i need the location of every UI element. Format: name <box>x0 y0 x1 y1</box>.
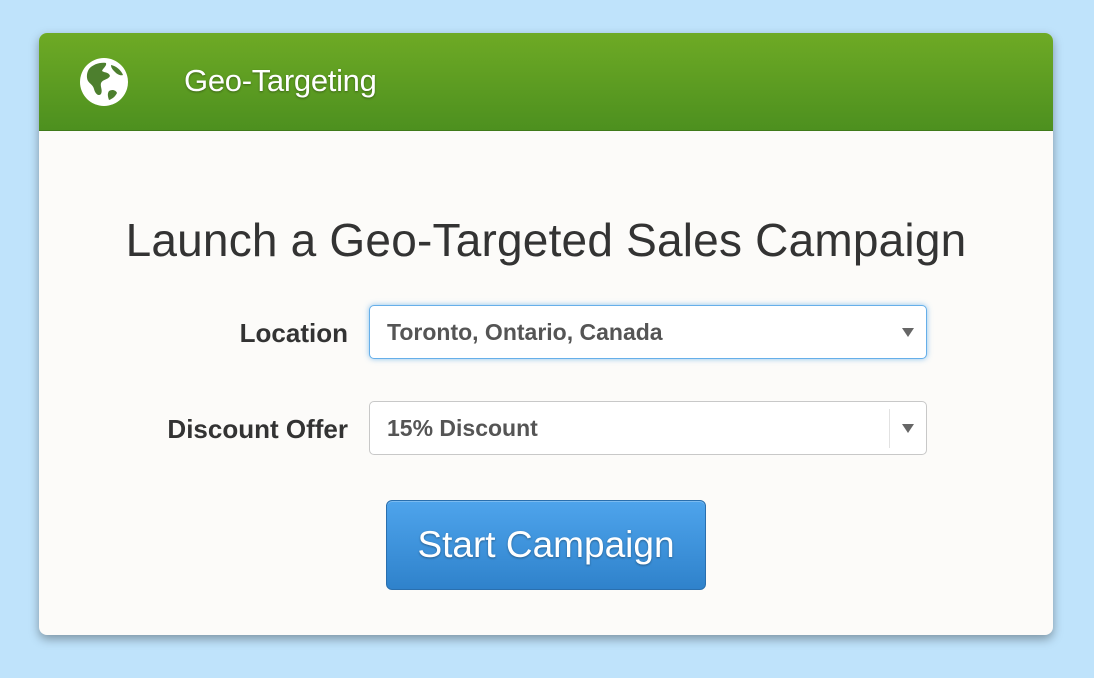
chevron-down-icon <box>902 328 914 337</box>
globe-icon <box>80 58 128 106</box>
discount-offer-label: Discount Offer <box>167 414 348 444</box>
campaign-card: Geo-Targeting Launch a Geo-Targeted Sale… <box>39 33 1053 635</box>
card-header: Geo-Targeting <box>39 33 1053 131</box>
select-divider <box>889 409 890 448</box>
location-select-value: Toronto, Ontario, Canada <box>387 319 663 345</box>
chevron-down-icon <box>902 424 914 433</box>
location-label: Location <box>239 318 348 348</box>
start-campaign-button[interactable]: Start Campaign <box>386 500 706 590</box>
location-select[interactable]: Toronto, Ontario, Canada <box>369 305 927 359</box>
header-title: Geo-Targeting <box>184 63 377 98</box>
page-title: Launch a Geo-Targeted Sales Campaign <box>125 214 967 266</box>
discount-offer-select-value: 15% Discount <box>387 415 538 441</box>
discount-offer-select[interactable]: 15% Discount <box>369 401 927 455</box>
